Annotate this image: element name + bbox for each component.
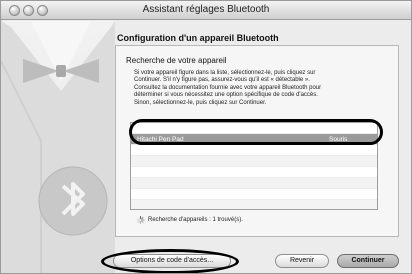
- bluetooth-tuxedo-icon: [1, 21, 115, 273]
- assistant-window: Assistant réglages Bluetooth Configurati…: [0, 0, 412, 274]
- instructions-line: Consultez la documentation fournie avec …: [134, 84, 322, 91]
- list-row-empty: [131, 123, 377, 134]
- list-row-empty: [131, 156, 377, 167]
- window-title: Assistant réglages Bluetooth: [142, 4, 270, 15]
- list-row-empty: [131, 178, 377, 189]
- instructions-line: Continuer. S'il n'y figure pas, assurez-…: [134, 77, 310, 84]
- list-row-empty: [131, 145, 377, 156]
- page-heading: Configuration d'un appareil Bluetooth: [117, 33, 279, 43]
- instructions-line: Si votre appareil figure dans la liste, …: [134, 70, 316, 76]
- search-status: Recherche d'appareils : 1 trouvé(s).: [136, 216, 243, 224]
- continue-button[interactable]: Continuer: [337, 254, 399, 268]
- passkey-options-button[interactable]: Options de code d'accès...: [113, 254, 231, 268]
- back-button[interactable]: Revenir: [275, 254, 329, 268]
- title-bar[interactable]: Assistant réglages Bluetooth: [1, 1, 411, 20]
- instructions-text: Si votre appareil figure dans la liste, …: [134, 70, 390, 107]
- device-list[interactable]: Hitachi Pen Pad Souris: [130, 122, 378, 210]
- instructions-line: Sinon, sélectionnez-le, puis cliquez sur…: [134, 99, 267, 106]
- list-row-empty: [131, 167, 377, 178]
- section-subheading: Recherche de votre appareil: [126, 56, 227, 65]
- device-row-selected[interactable]: Hitachi Pen Pad Souris: [131, 134, 377, 145]
- list-row-empty: [131, 200, 377, 209]
- progress-spinner-icon: [136, 216, 144, 224]
- device-type: Souris: [329, 136, 348, 143]
- list-row-empty: [131, 189, 377, 200]
- search-status-text: Recherche d'appareils : 1 trouvé(s).: [148, 217, 243, 223]
- instructions-line: déterminer si vous nécessitez une option…: [134, 92, 318, 99]
- device-name: Hitachi Pen Pad: [137, 136, 184, 143]
- content-panel: Recherche de votre appareil Si votre app…: [115, 45, 399, 237]
